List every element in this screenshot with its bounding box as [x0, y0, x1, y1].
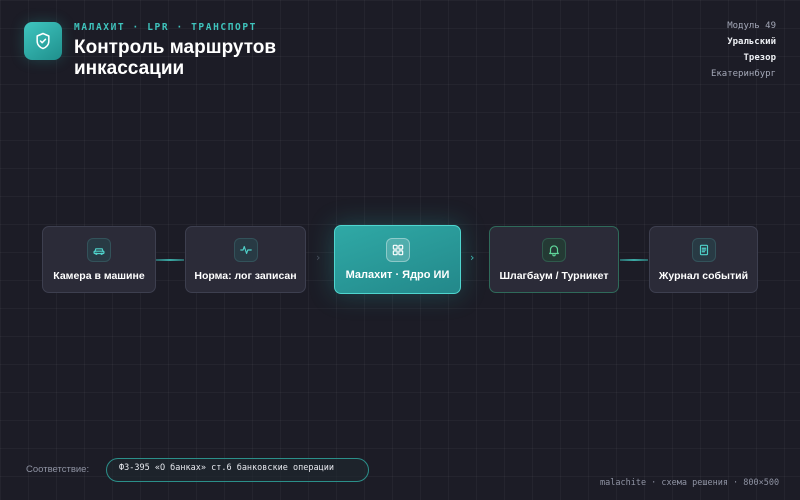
flow-node-event-log[interactable]: Журнал событий	[649, 226, 758, 293]
module-meta: Модуль 49 Уральский Трезор Екатеринбург	[711, 18, 776, 82]
shield-icon	[36, 32, 50, 50]
flow-node-barrier[interactable]: Шлагбаум / Турникет	[489, 226, 619, 293]
node-label: Журнал событий	[658, 270, 749, 282]
node-label: Малахит · Ядро ИИ	[345, 269, 450, 281]
node-label: Норма: лог записан	[194, 270, 297, 282]
node-icon-box	[542, 238, 566, 262]
grid-icon	[392, 244, 403, 256]
flow-node-norm-log[interactable]: Норма: лог записан	[185, 226, 306, 293]
pulse-icon	[239, 245, 252, 255]
bell-icon	[549, 245, 559, 257]
page-title: Контроль маршрутов инкассации	[74, 37, 277, 79]
compliance-label: Соответствие:	[26, 464, 90, 475]
chevron-right-icon: ›	[316, 251, 321, 264]
node-icon-box	[87, 238, 111, 262]
node-icon-box	[233, 238, 258, 262]
connector-4-5	[620, 259, 648, 261]
node-icon-box	[385, 238, 410, 262]
module-number: Модуль 49	[727, 21, 776, 31]
flow-node-ai-core[interactable]: Малахит · Ядро ИИ	[334, 225, 461, 294]
connector-1-2	[156, 259, 184, 261]
compliance-badge: ФЗ-395 «О банках» ст.6 банковские операц…	[106, 458, 369, 482]
client-name-line1: Уральский	[727, 37, 776, 47]
node-label: Камера в машине	[53, 270, 145, 282]
document-icon	[699, 244, 708, 256]
footer-caption: malachite · схема решения · 800×500	[600, 478, 780, 488]
client-name-line2: Трезор	[743, 53, 776, 63]
client-city: Екатеринбург	[710, 69, 776, 79]
node-label: Шлагбаум / Турникет	[499, 270, 609, 282]
chevron-right-icon: ›	[470, 251, 475, 264]
car-icon	[93, 248, 105, 255]
header-kicker: МАЛАХИТ · LPR · ТРАНСПОРТ	[74, 22, 257, 33]
flow-node-camera[interactable]: Камера в машине	[42, 226, 156, 293]
shield-logo	[24, 22, 62, 60]
node-icon-box	[691, 238, 716, 262]
